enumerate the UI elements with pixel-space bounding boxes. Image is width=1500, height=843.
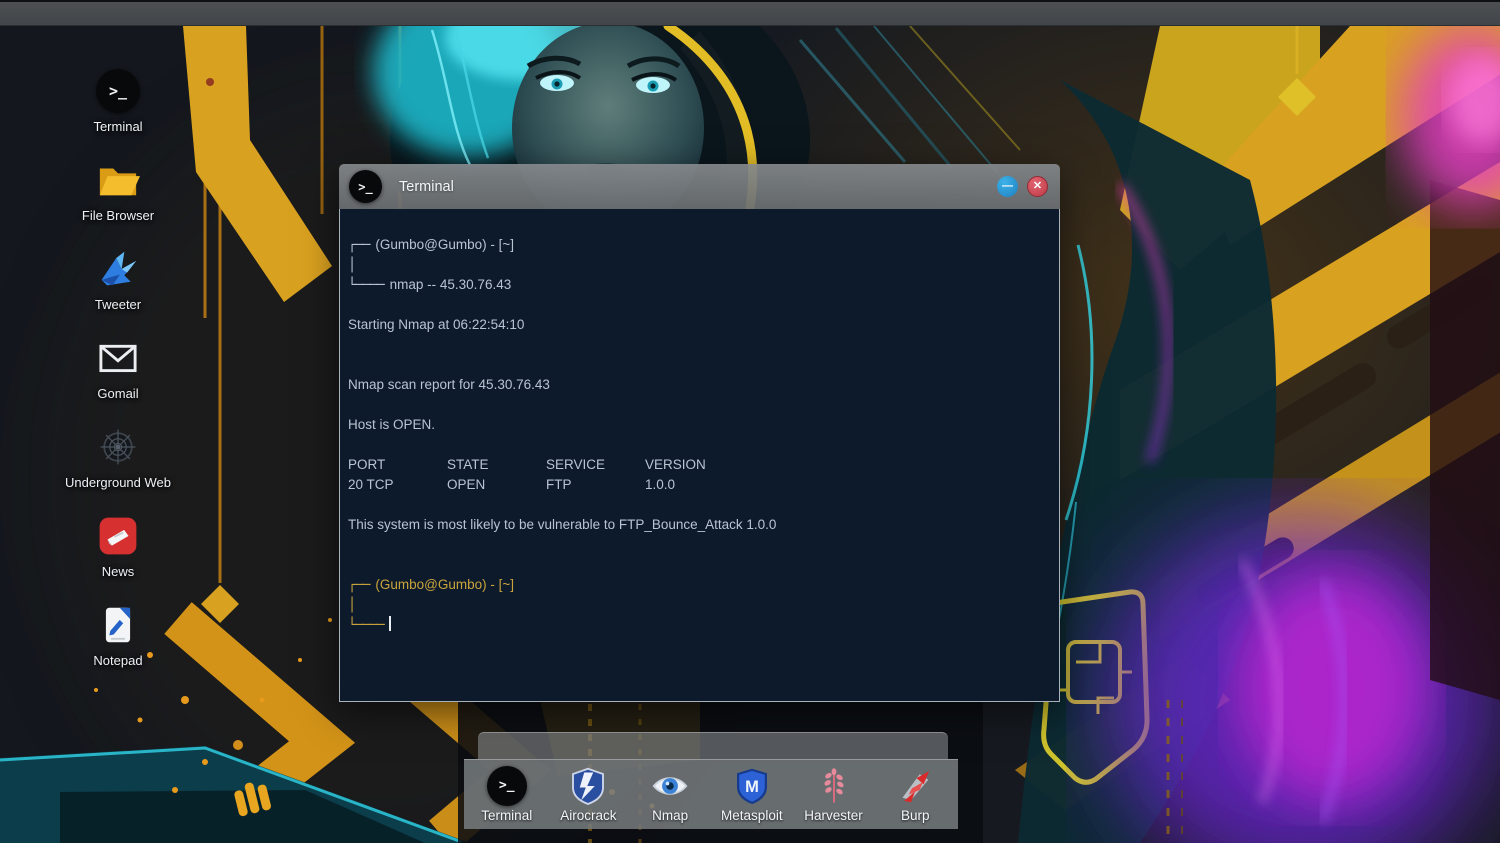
newspaper-icon <box>99 517 137 555</box>
desktop-icon-news[interactable]: News <box>54 513 182 579</box>
dock-item-airocrack[interactable]: Airocrack <box>549 765 627 823</box>
envelope-icon <box>99 344 137 373</box>
input-line[interactable]: └──── <box>348 615 1047 635</box>
terminal-icon: >_ <box>349 170 382 203</box>
scan-table-row: 20 TCP OPEN FTP 1.0.0 <box>348 477 676 492</box>
desktop-icon-label: News <box>101 564 135 579</box>
desktop-icon-terminal[interactable]: >_ Terminal <box>54 68 182 134</box>
desktop-icon-label: Terminal <box>93 119 143 134</box>
notepad-icon <box>105 607 131 643</box>
window-title: Terminal <box>399 178 454 195</box>
desktop: >_ Terminal File Browser Tweeter Gomail … <box>0 0 1500 843</box>
shield-m-icon: M <box>736 768 767 804</box>
dock-item-nmap[interactable]: Nmap <box>631 765 709 823</box>
dock-item-label: Airocrack <box>560 808 617 823</box>
terminal-window: >_ Terminal — ✕ ┌── (Gumbo@Gumbo) - [~] │… <box>339 164 1060 702</box>
desktop-icon-label: Underground Web <box>65 475 171 490</box>
dock-item-metasploit[interactable]: M Metasploit <box>713 765 791 823</box>
web-emblem-icon <box>100 429 136 465</box>
desktop-icon-notepad[interactable]: Notepad <box>54 602 182 668</box>
terminal-output[interactable]: ┌── (Gumbo@Gumbo) - [~] │ └──── nmap -- 45… <box>339 209 1060 702</box>
dock-item-label: Terminal <box>481 808 533 823</box>
desktop-icon-tweeter[interactable]: Tweeter <box>54 246 182 312</box>
minimize-button[interactable]: — <box>997 176 1018 197</box>
rocket-slash-icon <box>902 770 930 802</box>
dock-item-label: Metasploit <box>721 808 783 823</box>
dock: >_ Terminal Airocrack Nmap M Metasploit … <box>464 759 958 829</box>
dock-item-terminal[interactable]: >_ Terminal <box>468 765 546 823</box>
window-titlebar[interactable]: >_ Terminal — ✕ <box>339 164 1060 209</box>
minimize-icon: — <box>1002 179 1013 192</box>
text-cursor <box>388 616 391 632</box>
vulnerability-line: This system is most likely to be vulnera… <box>348 517 777 532</box>
top-panel <box>0 0 1500 26</box>
dock-handle[interactable] <box>478 732 948 759</box>
desktop-icon-label: Tweeter <box>94 297 142 312</box>
desktop-icon-underground-web[interactable]: Underground Web <box>54 424 182 490</box>
desktop-icon-label: Notepad <box>93 653 143 668</box>
dock-item-label: Harvester <box>804 808 863 823</box>
dock-item-label: Nmap <box>652 808 689 823</box>
prompt-line: │ <box>348 257 356 273</box>
bird-icon <box>101 251 137 286</box>
dock-item-harvester[interactable]: Harvester <box>795 765 873 823</box>
desktop-icon-column: >_ Terminal File Browser Tweeter Gomail … <box>54 68 182 668</box>
scan-table-header: PORT STATE SERVICE VERSION <box>348 457 706 472</box>
desktop-icon-gomail[interactable]: Gomail <box>54 335 182 401</box>
eye-icon <box>652 776 688 795</box>
desktop-icon-label: File Browser <box>81 208 155 223</box>
close-button[interactable]: ✕ <box>1027 176 1048 197</box>
svg-text:M: M <box>745 778 759 796</box>
dock-item-burp[interactable]: Burp <box>876 765 954 823</box>
output-line: Nmap scan report for 45.30.76.43 <box>348 377 550 392</box>
wheat-sprig-icon <box>823 767 844 803</box>
close-icon: ✕ <box>1032 180 1043 192</box>
prompt-line: ┌── (Gumbo@Gumbo) - [~] <box>348 237 515 253</box>
folder-icon <box>99 168 140 196</box>
shield-lightning-icon <box>572 767 605 805</box>
prompt-line: │ <box>348 597 356 613</box>
prompt-line: ┌── (Gumbo@Gumbo) - [~] <box>348 577 515 593</box>
desktop-icon-file-browser[interactable]: File Browser <box>54 157 182 223</box>
command-line: └──── nmap -- 45.30.76.43 <box>348 277 512 293</box>
output-line: Starting Nmap at 06:22:54:10 <box>348 317 525 332</box>
output-line: Host is OPEN. <box>348 417 436 432</box>
terminal-icon: >_ <box>96 69 140 113</box>
dock-item-label: Burp <box>900 808 930 823</box>
desktop-icon-label: Gomail <box>97 386 139 401</box>
terminal-icon: >_ <box>486 765 527 806</box>
